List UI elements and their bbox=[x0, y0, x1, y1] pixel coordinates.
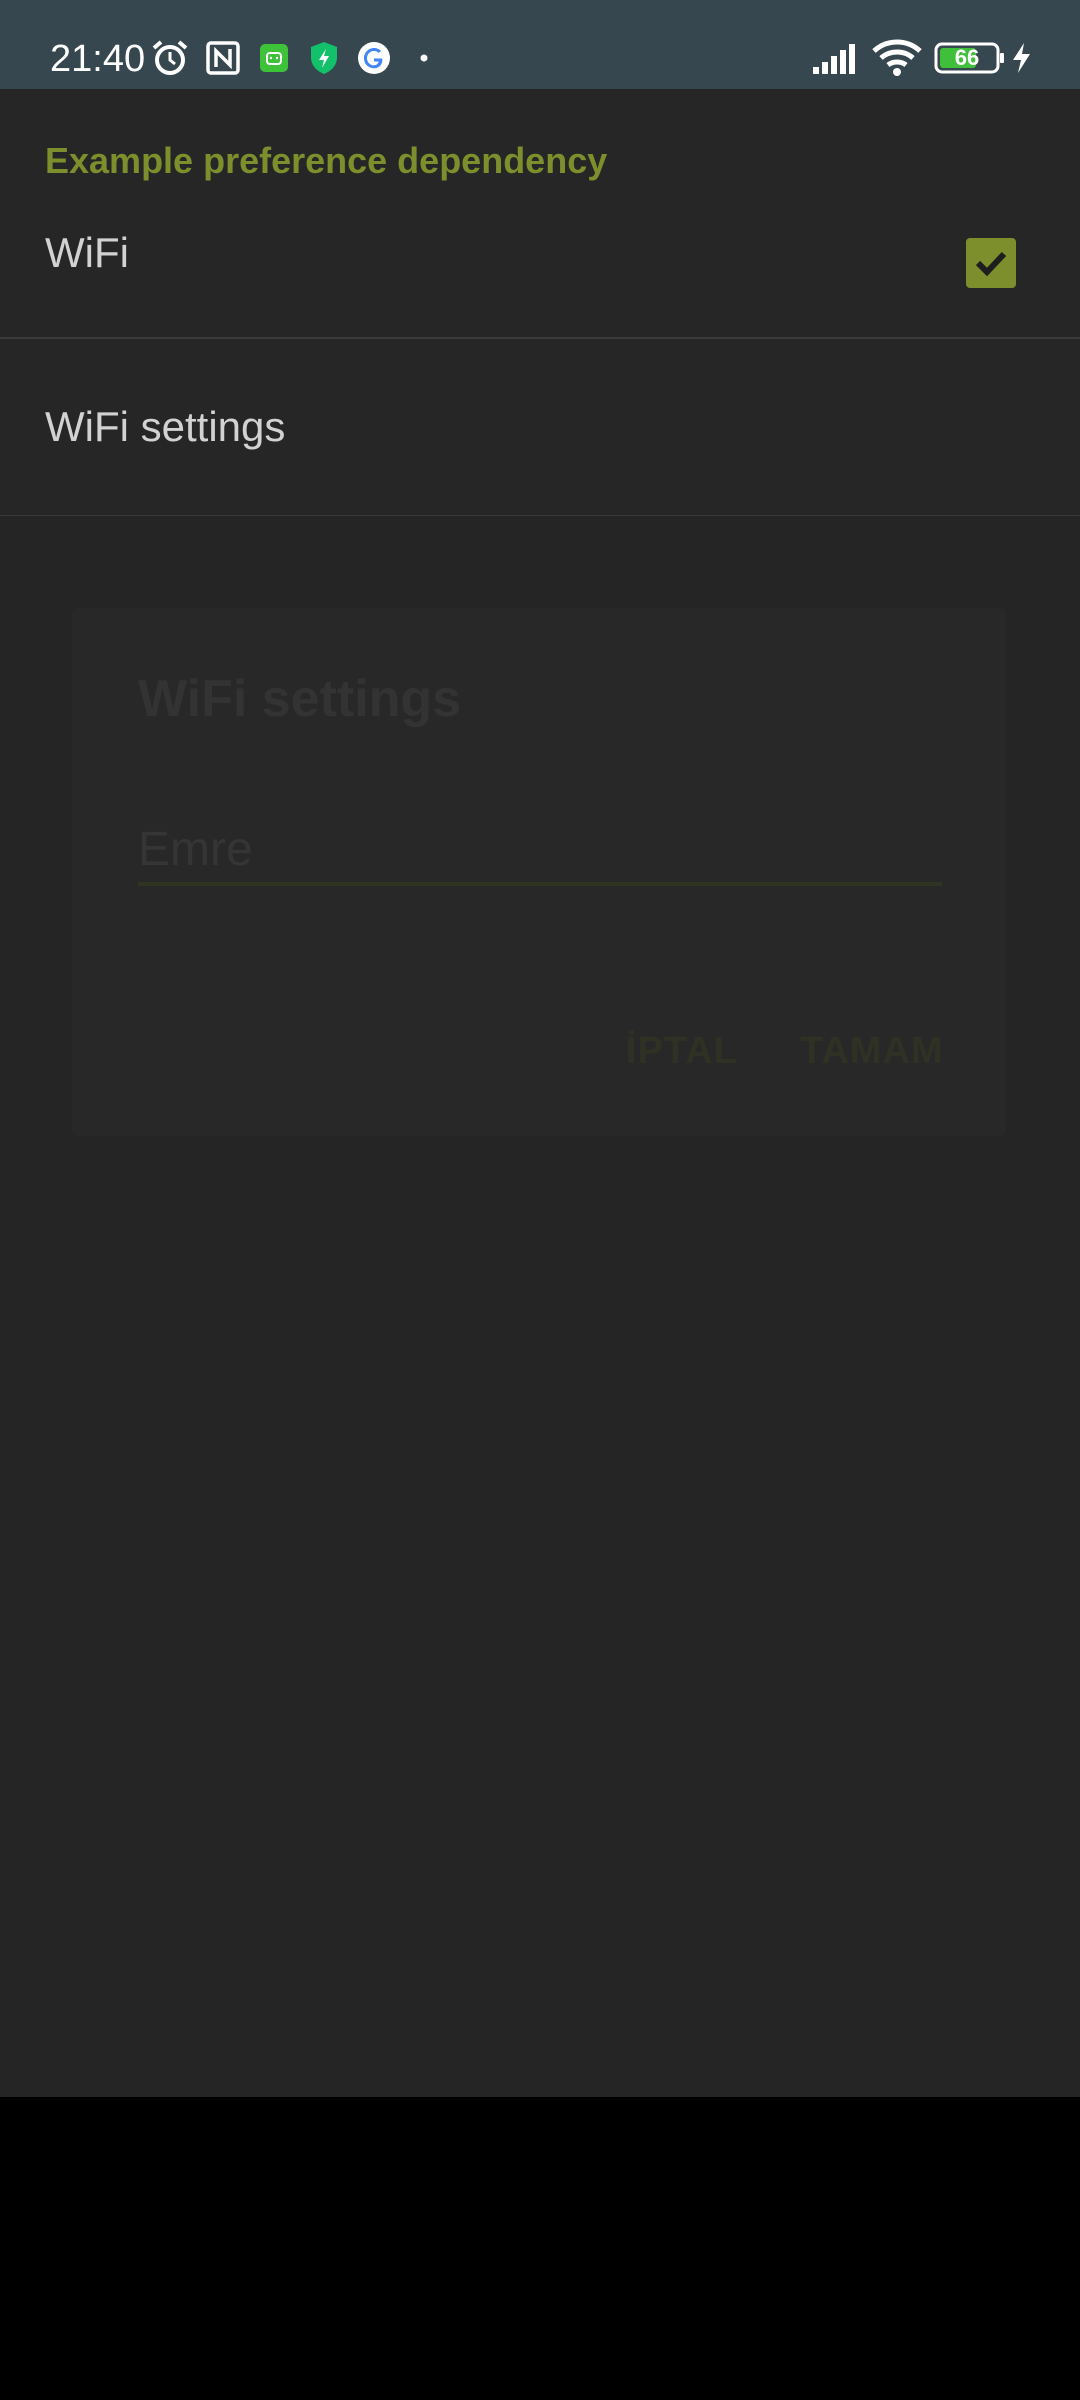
wifi-label: WiFi bbox=[45, 229, 129, 276]
cancel-button[interactable]: İPTAL bbox=[626, 1028, 738, 1074]
ok-button[interactable]: TAMAM bbox=[800, 1028, 944, 1074]
dot-icon bbox=[404, 38, 444, 78]
google-icon bbox=[354, 38, 394, 78]
checkmark-icon bbox=[975, 251, 1007, 277]
shield-bolt-icon bbox=[304, 38, 344, 78]
android-app-icon bbox=[254, 38, 294, 78]
status-time: 21:40 bbox=[50, 38, 146, 80]
wifi-settings-input[interactable] bbox=[138, 816, 942, 886]
category-title: Example preference dependency bbox=[45, 140, 608, 181]
navigation-bar-area bbox=[0, 2097, 1080, 2400]
battery-level-text: 66 bbox=[954, 45, 980, 70]
wifi-settings-dialog: WiFi settings İPTAL TAMAM bbox=[72, 608, 1006, 1136]
screen: 21:40 66 Example preference dependency W… bbox=[0, 0, 1080, 2400]
signal-icon bbox=[810, 38, 862, 78]
wifi-checkbox[interactable] bbox=[966, 238, 1016, 288]
status-bar: 21:40 66 bbox=[0, 0, 1080, 89]
wifi-settings-label: WiFi settings bbox=[45, 403, 286, 450]
charging-icon bbox=[1006, 38, 1036, 78]
nfc-icon bbox=[203, 38, 243, 78]
wifi-icon bbox=[872, 38, 922, 78]
wifi-settings-preference-row[interactable]: WiFi settings bbox=[0, 339, 1080, 517]
dialog-title: WiFi settings bbox=[138, 670, 462, 728]
alarm-icon bbox=[150, 38, 190, 78]
